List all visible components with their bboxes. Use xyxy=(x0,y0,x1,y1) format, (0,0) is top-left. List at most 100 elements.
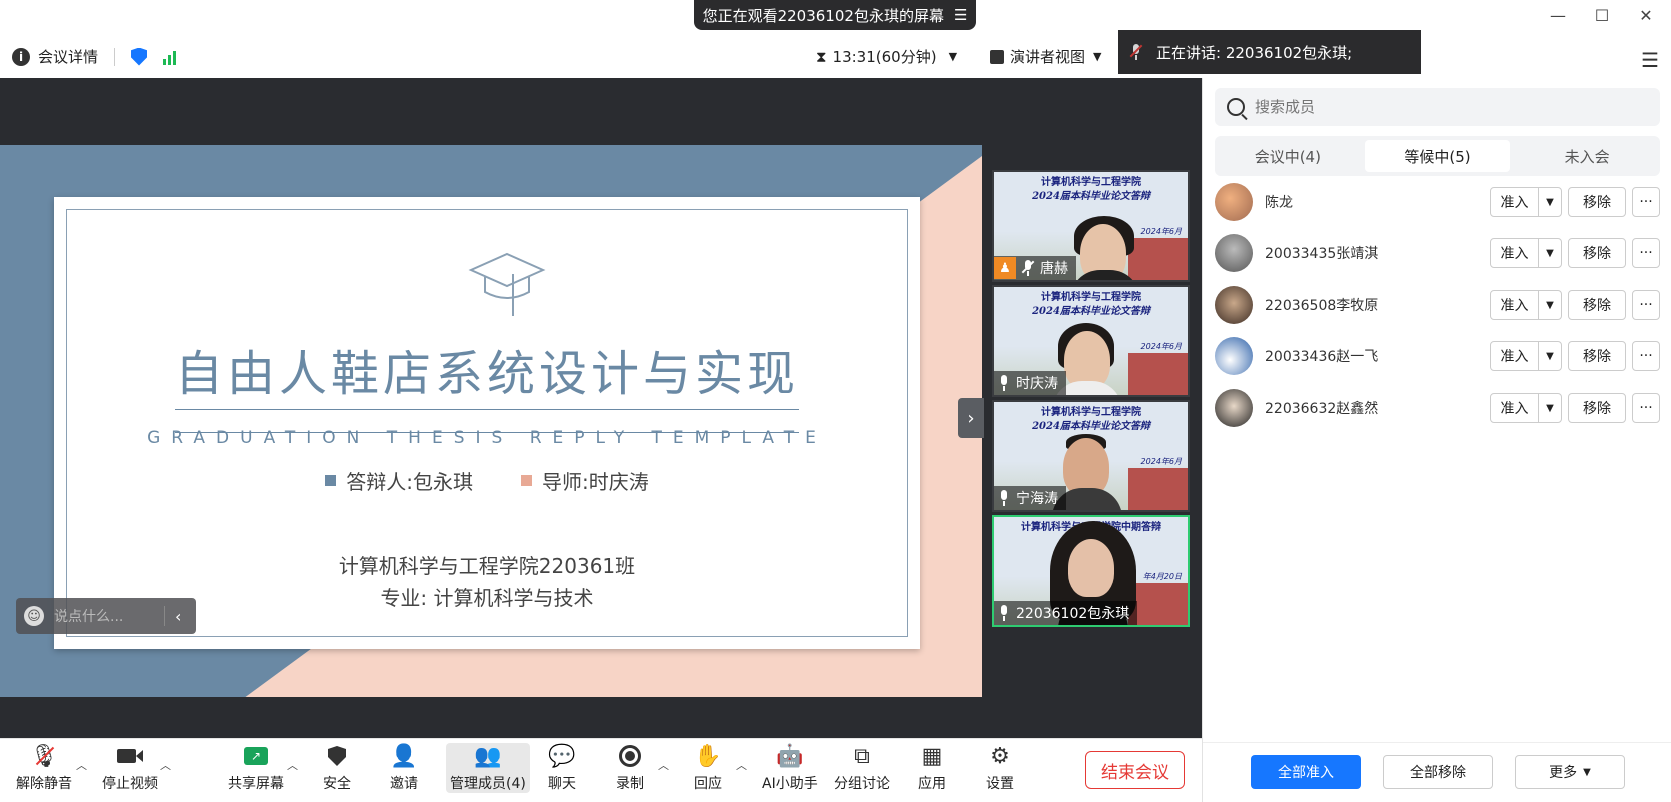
breakout-rooms-button[interactable]: ⧉ 分组讨论 xyxy=(834,743,890,793)
avatar xyxy=(1215,183,1253,221)
react-button[interactable]: ✋ 回应 xyxy=(694,743,722,793)
tab-not-joined[interactable]: 未入会 xyxy=(1514,136,1660,176)
security-button[interactable]: 安全 xyxy=(323,743,351,793)
list-item: 陈龙 准入 ▼ 移除 ··· xyxy=(1215,180,1660,224)
chevron-down-icon: ▼ xyxy=(1583,766,1591,778)
record-button[interactable]: 录制 xyxy=(616,743,644,793)
close-icon[interactable]: ✕ xyxy=(1635,6,1657,25)
unmute-button[interactable]: 🎙 解除静音 xyxy=(16,743,72,793)
shared-screen-stage: 自由人鞋店系统设计与实现 GRADUATION THESIS REPLY TEM… xyxy=(0,78,1202,738)
react-label: 回应 xyxy=(694,776,722,792)
chat-bubble-icon: 💬 xyxy=(548,743,576,769)
speaking-indicator: 正在讲话: 22036102包永琪; xyxy=(1118,30,1421,74)
video-tile[interactable]: 计算机科学与工程学院 2024届本科毕业论文答辩 2024年6月 ♟ 唐赫 xyxy=(992,170,1190,282)
chevron-down-icon[interactable]: ▼ xyxy=(1539,342,1561,370)
ai-assistant-label: AI小助手 xyxy=(762,776,818,792)
share-screen-label: 共享屏幕 xyxy=(228,776,284,792)
more-options-button[interactable]: ··· xyxy=(1632,290,1660,320)
mic-muted-icon: 🎙 xyxy=(30,743,58,769)
slide-divider xyxy=(175,432,799,433)
admit-button[interactable]: 准入 ▼ xyxy=(1490,341,1562,371)
remove-all-button[interactable]: 全部移除 xyxy=(1383,755,1493,789)
search-icon xyxy=(1227,98,1245,116)
tile-subheading: 2024届本科毕业论文答辩 xyxy=(1032,191,1150,202)
more-options-button[interactable]: ··· xyxy=(1632,393,1660,423)
stop-video-button[interactable]: 停止视频 xyxy=(102,743,158,793)
meeting-info-button[interactable]: 会议详情 xyxy=(38,46,98,67)
remove-button[interactable]: 移除 xyxy=(1568,238,1626,268)
quick-chat-box[interactable]: ☺ 说点什么... ‹ xyxy=(16,598,196,634)
manage-members-button[interactable]: 👥 管理成员(4) xyxy=(446,743,530,793)
view-mode-selector[interactable]: 演讲者视图 ▼ xyxy=(990,46,1101,67)
video-camera-icon xyxy=(117,743,143,769)
apps-button[interactable]: ▦ 应用 xyxy=(918,743,946,793)
tile-date: 年4月20日 xyxy=(1142,572,1182,581)
gallery-toggle-chevron-icon[interactable]: › xyxy=(958,398,984,438)
unmute-label: 解除静音 xyxy=(16,776,72,792)
info-icon[interactable]: i xyxy=(12,47,30,66)
remove-button[interactable]: 移除 xyxy=(1568,341,1626,371)
admit-button[interactable]: 准入 ▼ xyxy=(1490,187,1562,217)
admit-button[interactable]: 准入 ▼ xyxy=(1490,238,1562,268)
hamburger-menu-icon[interactable]: ☰ xyxy=(1641,48,1659,72)
more-options-button[interactable]: ··· xyxy=(1632,187,1660,217)
list-icon[interactable]: ☰ xyxy=(954,6,967,24)
speaking-text: 正在讲话: 22036102包永琪; xyxy=(1156,43,1353,62)
invite-button[interactable]: 👤 邀请 xyxy=(390,743,418,793)
react-options-chevron-icon[interactable]: ︿ xyxy=(736,757,747,773)
avatar xyxy=(1215,337,1253,375)
tab-in-meeting[interactable]: 会议中(4) xyxy=(1215,136,1361,176)
settings-button[interactable]: ⚙ 设置 xyxy=(986,743,1014,793)
maximize-icon[interactable]: ☐ xyxy=(1591,6,1613,25)
layout-icon xyxy=(990,49,1004,64)
audio-options-chevron-icon[interactable]: ︿ xyxy=(76,757,87,773)
collapse-chevron-icon[interactable]: ‹ xyxy=(175,607,181,626)
chevron-down-icon: ▼ xyxy=(1093,50,1102,63)
chevron-down-icon[interactable]: ▼ xyxy=(1539,239,1561,267)
ai-assistant-button[interactable]: 🤖 AI小助手 xyxy=(762,743,818,793)
video-options-chevron-icon[interactable]: ︿ xyxy=(160,757,171,773)
share-screen-button[interactable]: ↗ 共享屏幕 xyxy=(228,743,284,793)
host-icon: ♟ xyxy=(994,257,1016,279)
screen-share-banner[interactable]: 您正在观看22036102包永琪的屏幕 ☰ xyxy=(694,0,976,30)
member-search[interactable] xyxy=(1215,88,1660,126)
tile-subheading: 2024届本科毕业论文答辩 xyxy=(1032,306,1150,317)
record-options-chevron-icon[interactable]: ︿ xyxy=(658,757,669,773)
video-tile[interactable]: 计算机科学与工程学院 2024届本科毕业论文答辩 2024年6月 宁海涛 xyxy=(992,400,1190,512)
admit-all-button[interactable]: 全部准入 xyxy=(1251,755,1361,789)
chevron-down-icon[interactable]: ▼ xyxy=(1539,291,1561,319)
meeting-timer[interactable]: ⧗ 13:31(60分钟) ▼ xyxy=(816,46,957,67)
list-item: 20033435张靖淇 准入 ▼ 移除 ··· xyxy=(1215,231,1660,275)
hourglass-icon: ⧗ xyxy=(816,47,827,66)
admit-button[interactable]: 准入 ▼ xyxy=(1490,393,1562,423)
chevron-down-icon[interactable]: ▼ xyxy=(1539,394,1561,422)
more-options-button[interactable]: ··· xyxy=(1632,238,1660,268)
invite-label: 邀请 xyxy=(390,776,418,792)
chevron-down-icon[interactable]: ▼ xyxy=(1539,188,1561,216)
signal-icon[interactable] xyxy=(163,49,177,65)
share-options-chevron-icon[interactable]: ︿ xyxy=(287,757,298,773)
video-tile[interactable]: 计算机科学与工程学院 2024届本科毕业论文答辩 2024年6月 时庆涛 xyxy=(992,285,1190,397)
ai-robot-icon: 🤖 xyxy=(776,743,804,769)
emoji-icon[interactable]: ☺ xyxy=(24,606,44,626)
search-input[interactable] xyxy=(1255,98,1635,116)
chat-label: 聊天 xyxy=(548,776,576,792)
chat-button[interactable]: 💬 聊天 xyxy=(548,743,576,793)
breakout-icon: ⧉ xyxy=(854,743,870,769)
remove-button[interactable]: 移除 xyxy=(1568,290,1626,320)
admit-button[interactable]: 准入 ▼ xyxy=(1490,290,1562,320)
breakout-label: 分组讨论 xyxy=(834,776,890,792)
more-options-button[interactable]: ··· xyxy=(1632,341,1660,371)
more-menu-button[interactable]: 更多 ▼ xyxy=(1515,755,1625,789)
chat-placeholder[interactable]: 说点什么... xyxy=(54,606,140,626)
remove-button[interactable]: 移除 xyxy=(1568,393,1626,423)
video-tile-active-speaker[interactable]: 计算机科学与工程学院中期答辩 年4月20日 22036102包永琪 xyxy=(992,515,1190,627)
tile-subheading: 2024届本科毕业论文答辩 xyxy=(1032,421,1150,432)
remove-button[interactable]: 移除 xyxy=(1568,187,1626,217)
meeting-toolbar: 🎙 解除静音 ︿ 停止视频 ︿ ↗ 共享屏幕 ︿ 安全 👤 邀请 👥 管理成员(… xyxy=(0,738,1202,802)
more-menu-label: 更多 xyxy=(1549,765,1578,781)
security-shield-icon[interactable] xyxy=(131,47,148,66)
tab-waiting[interactable]: 等候中(5) xyxy=(1364,140,1511,172)
end-meeting-button[interactable]: 结束会议 xyxy=(1085,751,1185,789)
minimize-icon[interactable]: — xyxy=(1547,6,1569,25)
